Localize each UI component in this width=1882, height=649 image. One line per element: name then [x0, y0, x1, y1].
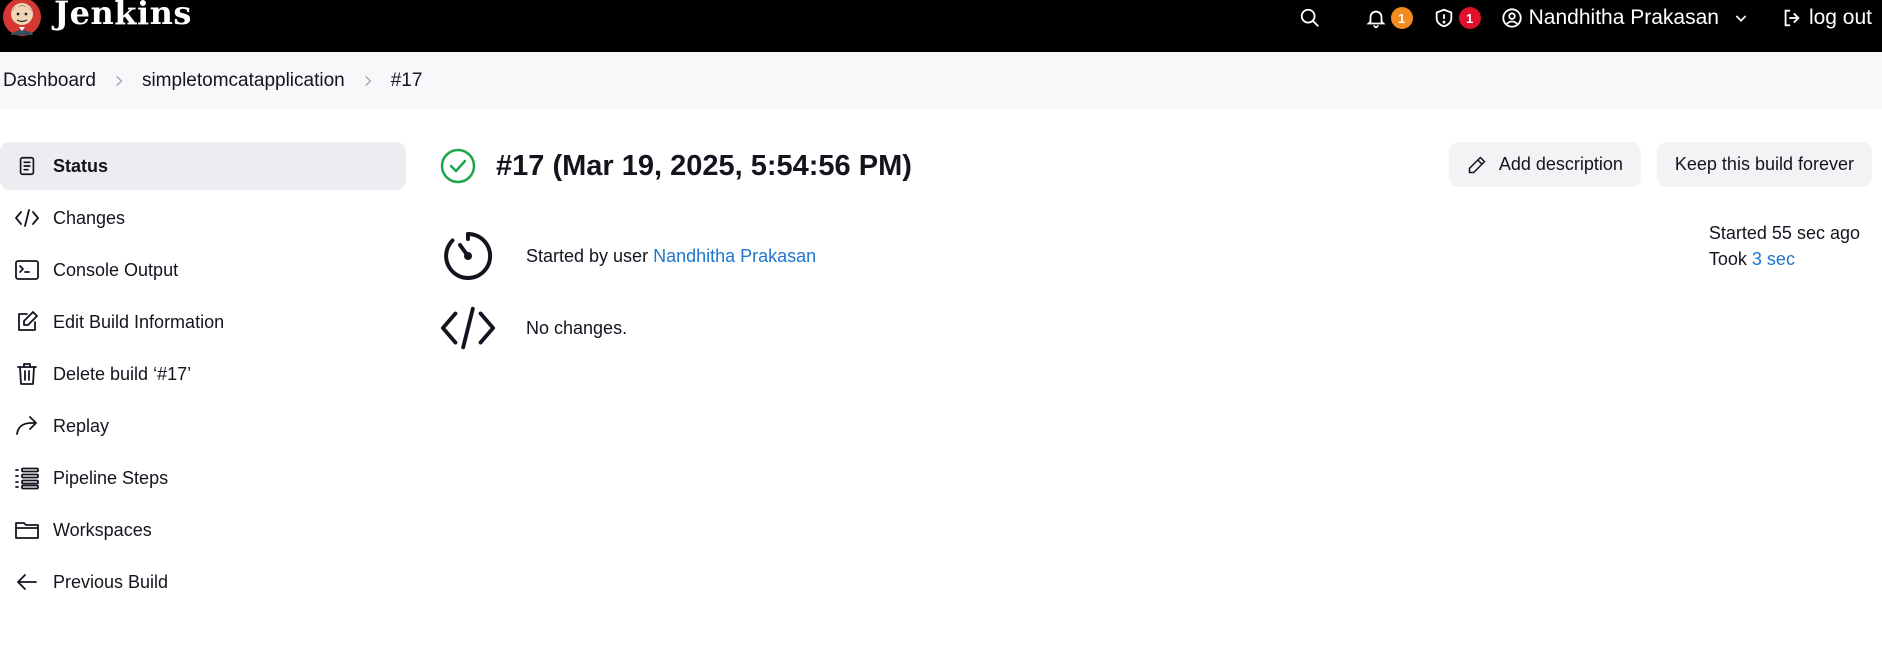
sidebar-item-label: Pipeline Steps [53, 467, 169, 488]
build-timing: Started 55 sec ago Took 3 sec [1709, 220, 1860, 272]
sidebar-item-replay[interactable]: Replay [0, 402, 406, 450]
sidebar-item-label: Delete build ‘#17’ [53, 363, 192, 384]
shield-alert-icon [1435, 8, 1452, 28]
keep-build-forever-label: Keep this build forever [1674, 154, 1854, 174]
trash-icon [13, 360, 41, 388]
sidebar-item-label: Workspaces [53, 519, 152, 540]
started-by-text: Started by user Nandhitha Prakasan [526, 246, 816, 267]
sidebar-item-label: Edit Build Information [53, 311, 225, 332]
sidebar-item-status[interactable]: Status [0, 142, 406, 190]
header-actions: 1 1 Nandhitha Prakasan log out [1299, 0, 1882, 36]
breadcrumb-job[interactable]: simpletomcatapplication [142, 70, 345, 92]
breadcrumb-build[interactable]: #17 [391, 70, 423, 92]
replay-icon [13, 412, 41, 440]
logout-button[interactable]: log out [1781, 6, 1872, 30]
build-actions: Add description Keep this build forever [1433, 142, 1872, 187]
sidebar-item-previous-build[interactable]: Previous Build [0, 558, 406, 606]
took-duration-link[interactable]: 3 sec [1752, 249, 1795, 269]
breadcrumb: Dashboard simpletomcatapplication #17 [0, 52, 1882, 109]
status-doc-icon [13, 152, 41, 180]
notifications-badge: 1 [1390, 7, 1413, 29]
logout-label: log out [1808, 6, 1872, 29]
security-badge: 1 [1458, 7, 1481, 29]
jenkins-logo-icon [3, 0, 41, 36]
keep-build-forever-button[interactable]: Keep this build forever [1656, 142, 1872, 187]
sidebar-item-delete-build[interactable]: Delete build ‘#17’ [0, 350, 406, 398]
no-changes-text: No changes. [526, 317, 628, 338]
code-icon [440, 300, 496, 356]
sidebar-item-label: Changes [53, 207, 126, 228]
cause-row: Started by user Nandhitha Prakasan [440, 220, 1872, 292]
pencil-icon [1468, 155, 1486, 173]
sidebar-item-workspaces[interactable]: Workspaces [0, 506, 406, 554]
sidebar-item-label: Console Output [53, 259, 179, 280]
notifications-button[interactable]: 1 [1365, 7, 1413, 29]
sidebar-item-console-output[interactable]: Console Output [0, 246, 406, 294]
side-panel: Status Changes Console Output Edit Build… [0, 142, 406, 610]
bell-icon [1366, 10, 1386, 29]
started-ago-text: Started 55 sec ago [1708, 223, 1860, 243]
chevron-right-icon [361, 74, 375, 88]
main-panel: #17 (Mar 19, 2025, 5:54:56 PM) Add descr… [440, 142, 1872, 364]
timer-icon [440, 228, 496, 284]
started-by-user-link[interactable]: Nandhitha Prakasan [653, 246, 816, 266]
brand-name: Jenkins [54, 0, 192, 32]
chevron-right-icon [112, 74, 126, 88]
user-menu[interactable]: Nandhitha Prakasan [1501, 6, 1749, 30]
add-description-button[interactable]: Add description [1448, 142, 1641, 187]
sidebar-item-changes[interactable]: Changes [0, 194, 406, 242]
folder-icon [13, 516, 41, 544]
edit-icon [13, 308, 41, 336]
sidebar-item-edit-build-information[interactable]: Edit Build Information [0, 298, 406, 346]
build-caption: #17 (Mar 19, 2025, 5:54:56 PM) Add descr… [440, 142, 1872, 190]
build-summary: Started by user Nandhitha Prakasan No ch… [440, 220, 1872, 364]
breadcrumb-dashboard[interactable]: Dashboard [3, 70, 96, 92]
search-icon[interactable] [1299, 7, 1321, 29]
page-title: #17 (Mar 19, 2025, 5:54:56 PM) [496, 149, 912, 182]
sidebar-item-label: Status [53, 155, 109, 176]
list-icon [13, 464, 41, 492]
chevron-down-icon[interactable] [1733, 10, 1749, 26]
arrow-left-icon [13, 568, 41, 596]
logout-icon [1784, 9, 1800, 27]
took-text: Took 3 sec [1709, 246, 1860, 272]
user-name: Nandhitha Prakasan [1528, 6, 1719, 29]
jenkins-home-link[interactable]: Jenkins [0, 0, 192, 40]
took-prefix: Took [1708, 249, 1752, 269]
sidebar-item-pipeline-steps[interactable]: Pipeline Steps [0, 454, 406, 502]
started-by-prefix: Started by user [526, 245, 654, 266]
sidebar-item-label: Previous Build [53, 571, 169, 592]
terminal-icon [13, 256, 41, 284]
sidebar-item-label: Replay [53, 415, 110, 436]
success-check-icon [440, 148, 476, 184]
top-header: Jenkins 1 1 Nandhitha Prakasan log out [0, 0, 1882, 52]
security-button[interactable]: 1 [1433, 7, 1481, 29]
code-icon [13, 204, 41, 232]
user-icon [1502, 8, 1522, 28]
changes-row: No changes. [440, 292, 1872, 364]
add-description-label: Add description [1498, 154, 1623, 174]
